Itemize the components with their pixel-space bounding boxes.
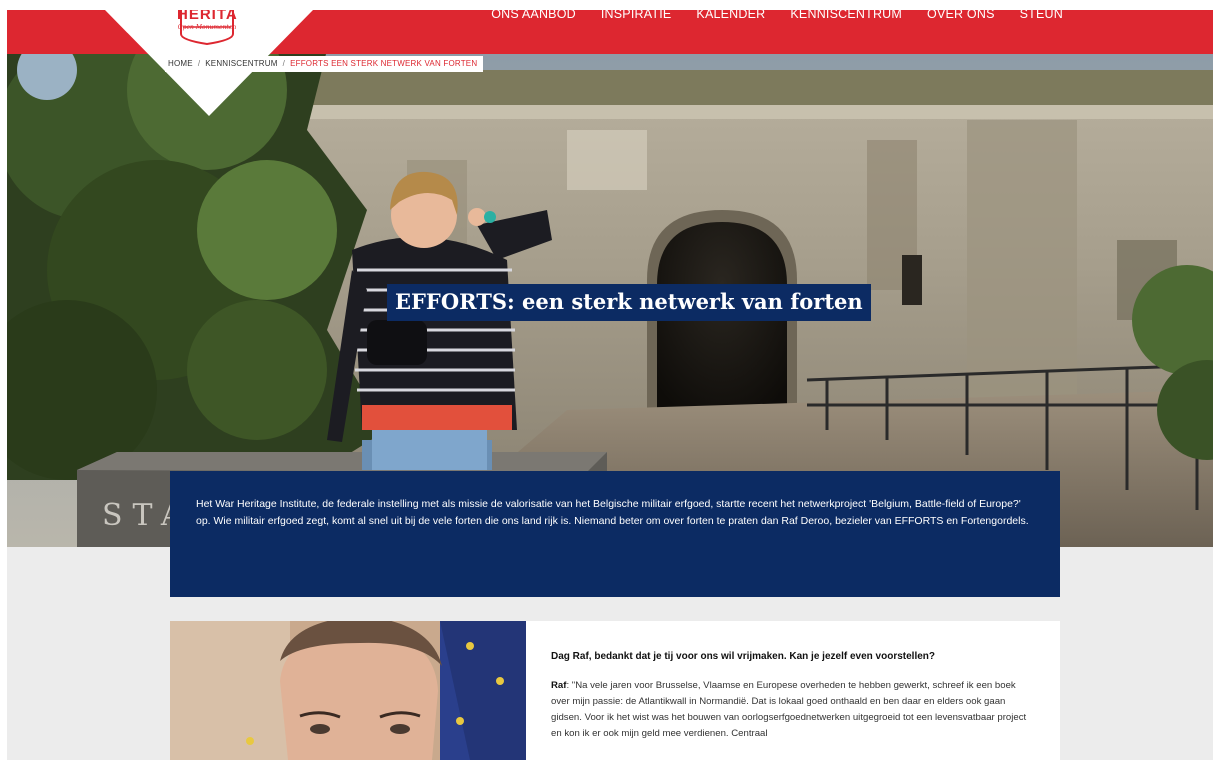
logo-tagline: Open Monumenten (177, 24, 237, 31)
nav-item-inspiratie[interactable]: INSPIRATIE (601, 10, 672, 21)
intro-box: Het War Heritage Institute, de federale … (170, 471, 1060, 597)
nav-item-steun[interactable]: STEUN (1020, 10, 1063, 21)
article-body: Dag Raf, bedankt dat je tij voor ons wil… (526, 621, 1060, 760)
breadcrumb-kenniscentrum[interactable]: KENNISCENTRUM (205, 59, 277, 68)
page-title: EFFORTS: een sterk netwerk van forten (387, 284, 871, 321)
intro-text: Het War Heritage Institute, de federale … (196, 498, 1029, 527)
nav-item-over-ons[interactable]: OVER ONS (927, 10, 995, 21)
breadcrumb-current: EFFORTS EEN STERK NETWERK VAN FORTEN (287, 56, 484, 72)
logo[interactable]: HERITA Open Monumenten (177, 10, 237, 46)
speaker-name: Raf (551, 680, 567, 691)
nav-item-kalender[interactable]: KALENDER (696, 10, 765, 21)
page: STA ONS AANBOD INSPIRATIE KALENDER KENNI… (7, 10, 1213, 760)
logo-text: HERITA (177, 10, 238, 23)
raf-deroo-portrait (170, 621, 526, 760)
breadcrumb: HOME / KENNISCENTRUM / EFFORTS EEN STERK… (165, 56, 484, 72)
interview-answer: Raf: "Na vele jaren voor Brusselse, Vlaa… (551, 678, 1036, 742)
portrait-image (170, 621, 526, 760)
main-nav: ONS AANBOD INSPIRATIE KALENDER KENNISCEN… (491, 10, 1063, 21)
nav-item-kenniscentrum[interactable]: KENNISCENTRUM (790, 10, 902, 21)
breadcrumb-home[interactable]: HOME (168, 59, 193, 68)
answer-text: : "Na vele jaren voor Brusselse, Vlaamse… (551, 680, 1027, 739)
nav-item-ons-aanbod[interactable]: ONS AANBOD (491, 10, 576, 21)
interview-question: Dag Raf, bedankt dat je tij voor ons wil… (551, 651, 935, 662)
